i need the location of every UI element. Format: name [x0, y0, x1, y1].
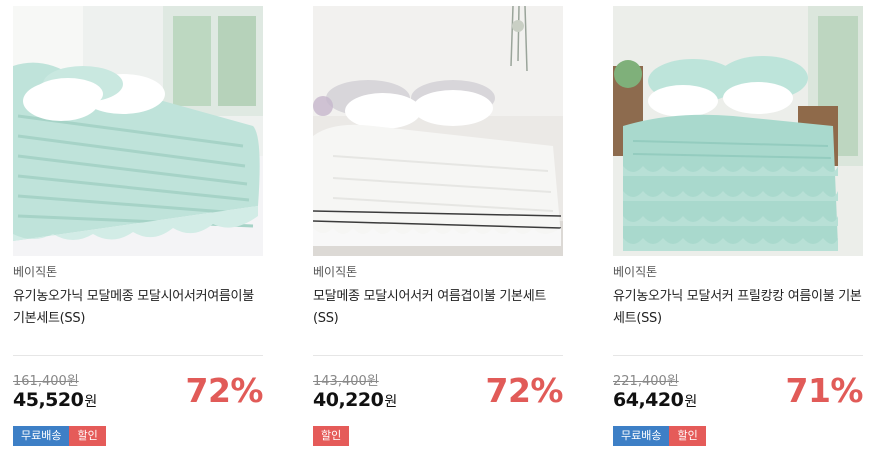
- product-image[interactable]: [13, 6, 263, 256]
- free-shipping-badge: 무료배송: [13, 426, 70, 446]
- product-title[interactable]: 유기농오가닉 모달서커 프릴캉캉 여름이불 기본세트(SS): [613, 286, 863, 330]
- original-price: 161,400원: [13, 374, 79, 389]
- product-brand: 베이직톤: [13, 265, 58, 279]
- product-grid: 베이직톤 유기농오가닉 모달메종 모달시어서커여름이불 기본세트(SS) 161…: [0, 0, 872, 464]
- currency-unit: 원: [84, 394, 97, 410]
- badge-group: 무료배송 할인: [13, 426, 106, 446]
- divider: [613, 355, 863, 356]
- sale-badge: 할인: [313, 426, 350, 446]
- badge-group: 무료배송 할인: [613, 426, 706, 446]
- product-image[interactable]: [613, 6, 863, 256]
- sale-price: 40,220원: [313, 389, 397, 411]
- currency-unit: 원: [684, 394, 697, 410]
- sale-price-value: 45,520: [13, 389, 84, 411]
- sale-price-value: 64,420: [613, 389, 684, 411]
- product-card[interactable]: 베이직톤 유기농오가닉 모달서커 프릴캉캉 여름이불 기본세트(SS) 221,…: [613, 6, 863, 446]
- product-title[interactable]: 모달메종 모달시어서커 여름겹이불 기본세트(SS): [313, 286, 563, 330]
- currency-unit: 원: [384, 394, 397, 410]
- sale-badge: 할인: [69, 426, 106, 446]
- product-card[interactable]: 베이직톤 모달메종 모달시어서커 여름겹이불 기본세트(SS) 143,400원…: [313, 6, 563, 446]
- discount-rate: 72%: [485, 371, 564, 410]
- badge-group: 할인: [313, 426, 350, 446]
- product-image[interactable]: [313, 6, 563, 256]
- sale-price: 45,520원: [13, 389, 97, 411]
- divider: [13, 355, 263, 356]
- free-shipping-badge: 무료배송: [613, 426, 670, 446]
- product-brand: 베이직톤: [613, 265, 658, 279]
- sale-price: 64,420원: [613, 389, 697, 411]
- sale-badge: 할인: [669, 426, 706, 446]
- product-card[interactable]: 베이직톤 유기농오가닉 모달메종 모달시어서커여름이불 기본세트(SS) 161…: [13, 6, 263, 446]
- discount-rate: 72%: [185, 371, 264, 410]
- sale-price-value: 40,220: [313, 389, 384, 411]
- divider: [313, 355, 563, 356]
- product-title[interactable]: 유기농오가닉 모달메종 모달시어서커여름이불 기본세트(SS): [13, 286, 263, 330]
- original-price: 143,400원: [313, 374, 379, 389]
- original-price: 221,400원: [613, 374, 679, 389]
- discount-rate: 71%: [785, 371, 864, 410]
- product-brand: 베이직톤: [313, 265, 358, 279]
